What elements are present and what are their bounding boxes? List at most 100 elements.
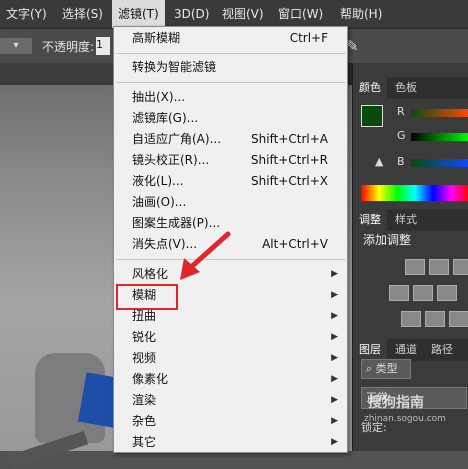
tab-paths[interactable]: 路径	[425, 339, 459, 361]
vibrance-icon[interactable]	[389, 285, 409, 301]
menu-separator	[116, 259, 345, 260]
warning-icon: ▲	[375, 155, 384, 168]
curves-icon[interactable]	[453, 259, 468, 275]
channel-r-label: R	[397, 105, 405, 118]
submenu-arrow-icon: ▶	[331, 416, 338, 426]
menu-item-filter-gallery[interactable]: 滤镜库(G)...	[114, 108, 347, 129]
menu-item-label: 消失点(V)...	[132, 237, 198, 251]
menu-type[interactable]: 文字(Y)	[0, 0, 53, 28]
menu-item-lens-correction[interactable]: 镜头校正(R)... Shift+Ctrl+R	[114, 150, 347, 171]
menu-item-oil-paint[interactable]: 油画(O)...	[114, 192, 347, 213]
submenu-arrow-icon: ▶	[331, 332, 338, 342]
watermark-url: zhinan.sogou.com	[364, 414, 446, 424]
menu-item-pattern-maker[interactable]: 图案生成器(P)...	[114, 213, 347, 234]
opacity-label: 不透明度:	[42, 40, 95, 54]
menu-item-last-filter[interactable]: 高斯模糊 Ctrl+F	[114, 28, 347, 49]
airbrush-icon[interactable]: ✎	[346, 37, 364, 55]
channel-g-label: G	[397, 129, 406, 142]
menu-item-stylize[interactable]: 风格化 ▶	[114, 264, 347, 285]
submenu-arrow-icon: ▶	[331, 374, 338, 384]
menu-item-shortcut: Ctrl+F	[289, 31, 328, 45]
menu-view[interactable]: 视图(V)	[216, 0, 270, 28]
opacity-field[interactable]: 1	[96, 37, 110, 55]
menu-item-adaptive-wide-angle[interactable]: 自适应广角(A)... Shift+Ctrl+A	[114, 129, 347, 150]
menu-item-label: 渲染	[132, 393, 157, 407]
invert-icon[interactable]	[449, 311, 468, 327]
menu-separator	[116, 82, 345, 83]
menu-item-label: 自适应广角(A)...	[132, 132, 222, 146]
opacity-value: 1	[96, 38, 103, 51]
foreground-color-swatch[interactable]	[361, 105, 383, 127]
menu-item-render[interactable]: 渲染 ▶	[114, 390, 347, 411]
menu-item-shortcut: Shift+Ctrl+R	[250, 153, 328, 167]
menu-item-shortcut: Shift+Ctrl+X	[251, 174, 328, 188]
submenu-arrow-icon: ▶	[331, 290, 338, 300]
submenu-arrow-icon: ▶	[331, 437, 338, 447]
menu-filter[interactable]: 滤镜(T)	[112, 0, 165, 28]
b-slider[interactable]	[411, 159, 468, 167]
menu-item-label: 油画(O)...	[132, 195, 187, 209]
menu-item-noise[interactable]: 杂色 ▶	[114, 411, 347, 432]
tab-styles[interactable]: 样式	[389, 209, 423, 231]
submenu-arrow-icon: ▶	[331, 353, 338, 363]
color-panel-tabs: 颜色 色板	[353, 77, 468, 99]
adjust-panel-tabs: 调整 样式	[353, 209, 468, 231]
menu-item-label: 锐化	[132, 330, 157, 344]
r-slider[interactable]	[411, 109, 468, 117]
menu-item-label: 视频	[132, 351, 157, 365]
tab-channels[interactable]: 通道	[389, 339, 423, 361]
menu-item-label: 滤镜库(G)...	[132, 111, 199, 125]
hue-saturation-icon[interactable]	[413, 285, 433, 301]
menu-item-label: 抽出(X)...	[132, 90, 186, 104]
color-spectrum[interactable]	[361, 185, 468, 201]
menu-item-label: 镜头校正(R)...	[132, 153, 210, 167]
layer-filter-label: 类型	[375, 362, 398, 375]
brightness-icon[interactable]	[405, 259, 425, 275]
menu-item-label: 液化(L)...	[132, 174, 184, 188]
menu-item-convert-smart[interactable]: 转换为智能滤镜	[114, 57, 347, 78]
highlight-box	[116, 284, 178, 310]
g-slider[interactable]	[411, 133, 468, 141]
document-tab[interactable]	[0, 63, 120, 85]
menu-item-video[interactable]: 视频 ▶	[114, 348, 347, 369]
menu-select[interactable]: 选择(S)	[56, 0, 109, 28]
menu-item-label: 风格化	[132, 267, 169, 281]
submenu-arrow-icon: ▶	[331, 395, 338, 405]
menu-item-label: 杂色	[132, 414, 157, 428]
tool-preset-dropdown[interactable]: ▾	[0, 38, 32, 54]
layers-panel-tabs: 图层 通道 路径	[353, 339, 468, 361]
menu-separator	[116, 53, 345, 54]
menu-item-sharpen[interactable]: 锐化 ▶	[114, 327, 347, 348]
menu-bar: 文字(Y) 选择(S) 滤镜(T) 3D(D) 视图(V) 窗口(W) 帮助(H…	[0, 0, 468, 29]
menu-item-shortcut: Shift+Ctrl+A	[251, 132, 328, 146]
menu-item-shortcut: Alt+Ctrl+V	[262, 237, 328, 251]
channel-mixer-icon[interactable]	[425, 311, 445, 327]
photo-filter-icon[interactable]	[401, 311, 421, 327]
menu-item-liquify[interactable]: 液化(L)... Shift+Ctrl+X	[114, 171, 347, 192]
menu-item-label: 转换为智能滤镜	[132, 60, 217, 74]
color-balance-icon[interactable]	[437, 285, 457, 301]
filter-menu: 高斯模糊 Ctrl+F 转换为智能滤镜 抽出(X)... 滤镜库(G)... 自…	[113, 26, 348, 453]
watermark-logo: 搜狗指南	[368, 395, 424, 411]
tab-color[interactable]: 颜色	[353, 77, 387, 99]
layer-filter-select[interactable]: ⌕ 类型	[361, 359, 411, 379]
menu-item-vanishing-point[interactable]: 消失点(V)... Alt+Ctrl+V	[114, 234, 347, 255]
submenu-arrow-icon: ▶	[331, 269, 338, 279]
menu-3d[interactable]: 3D(D)	[168, 0, 215, 28]
tab-layers[interactable]: 图层	[353, 339, 387, 361]
menu-window[interactable]: 窗口(W)	[272, 0, 329, 28]
menu-item-pixelate[interactable]: 像素化 ▶	[114, 369, 347, 390]
menu-item-label: 图案生成器(P)...	[132, 216, 221, 230]
menu-help[interactable]: 帮助(H)	[334, 0, 388, 28]
menu-item-other[interactable]: 其它 ▶	[114, 432, 347, 453]
menu-item-extract[interactable]: 抽出(X)...	[114, 87, 347, 108]
menu-item-label: 高斯模糊	[132, 31, 181, 45]
tab-swatches[interactable]: 色板	[389, 77, 423, 99]
levels-icon[interactable]	[429, 259, 449, 275]
add-adjustment-label: 添加调整	[363, 233, 412, 247]
submenu-arrow-icon: ▶	[331, 311, 338, 321]
menu-item-label: 像素化	[132, 372, 169, 386]
menu-item-label: 其它	[132, 435, 157, 449]
channel-b-label: B	[397, 155, 405, 168]
tab-adjustments[interactable]: 调整	[353, 209, 387, 231]
